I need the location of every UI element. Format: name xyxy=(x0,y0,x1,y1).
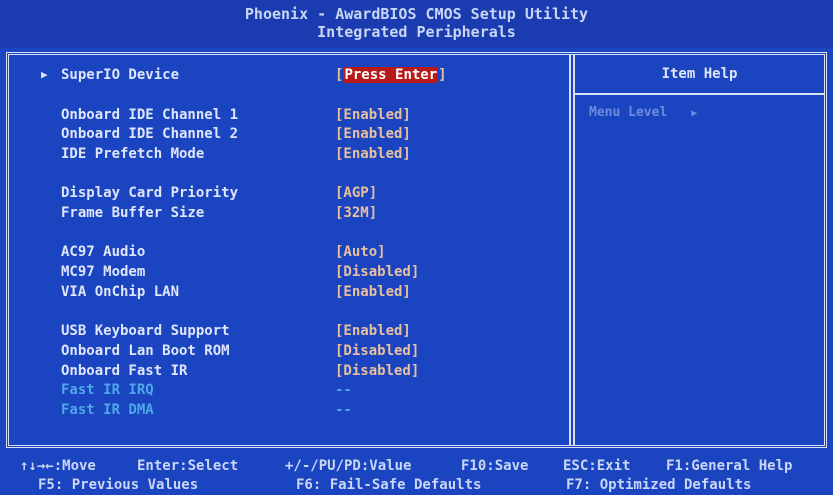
setting-fast-ir-irq: Fast IR IRQ -- xyxy=(9,380,569,400)
fail-safe-defaults-hint: F6: Fail-Safe Defaults xyxy=(296,477,482,493)
setting-onboard-ide-channel-1[interactable]: Onboard IDE Channel 1 [Enabled] xyxy=(9,105,569,125)
item-help-header: Item Help xyxy=(575,55,824,95)
setting-value[interactable]: [Disabled] xyxy=(335,262,419,282)
title-bar: Phoenix - AwardBIOS CMOS Setup Utility I… xyxy=(0,0,833,48)
setting-display-card-priority[interactable]: Display Card Priority [AGP] xyxy=(9,183,569,203)
menu-level-arrow-icon: ▶ xyxy=(691,108,698,119)
setting-value[interactable]: [32M] xyxy=(335,203,377,223)
setting-onboard-ide-channel-2[interactable]: Onboard IDE Channel 2 [Enabled] xyxy=(9,124,569,144)
setting-label: Onboard IDE Channel 1 xyxy=(61,107,239,123)
key-legend-line-2: F5: Previous Values F6: Fail-Safe Defaul… xyxy=(0,477,833,495)
setting-onboard-lan-boot-rom[interactable]: Onboard Lan Boot ROM [Disabled] xyxy=(9,341,569,361)
setting-value[interactable]: [Press Enter] xyxy=(335,65,447,85)
settings-frame: ▶ SuperIO Device [Press Enter] Onboard I… xyxy=(6,52,827,448)
setting-onboard-fast-ir[interactable]: Onboard Fast IR [Disabled] xyxy=(9,361,569,381)
setting-value: -- xyxy=(335,382,352,398)
move-hint: ↑↓→←:Move xyxy=(20,458,96,474)
setting-value[interactable]: [Enabled] xyxy=(335,282,411,302)
setting-value[interactable]: [Disabled] xyxy=(335,341,419,361)
setting-value: -- xyxy=(335,402,352,418)
setting-label: Onboard Lan Boot ROM xyxy=(61,343,230,359)
setting-value[interactable]: [AGP] xyxy=(335,183,377,203)
setting-label: MC97 Modem xyxy=(61,264,146,280)
setting-value[interactable]: [Enabled] xyxy=(335,321,411,341)
setting-label: Fast IR IRQ xyxy=(61,382,154,398)
page-title: Integrated Peripherals xyxy=(317,23,516,41)
general-help-hint: F1:General Help xyxy=(666,458,793,474)
setting-label: IDE Prefetch Mode xyxy=(61,146,205,162)
selected-value-highlight[interactable]: Press Enter xyxy=(343,67,439,83)
setting-label: AC97 Audio xyxy=(61,244,146,260)
setting-label: USB Keyboard Support xyxy=(61,323,230,339)
setting-label: Fast IR DMA xyxy=(61,402,154,418)
setting-value[interactable]: [Enabled] xyxy=(335,105,411,125)
select-hint: Enter:Select xyxy=(137,458,239,474)
setting-ide-prefetch-mode[interactable]: IDE Prefetch Mode [Enabled] xyxy=(9,144,569,164)
bios-screen: Phoenix - AwardBIOS CMOS Setup Utility I… xyxy=(0,0,833,495)
setting-label: Onboard Fast IR xyxy=(61,363,188,379)
setting-mc97-modem[interactable]: MC97 Modem [Disabled] xyxy=(9,262,569,282)
setting-superio-device[interactable]: ▶ SuperIO Device [Press Enter] xyxy=(9,65,569,85)
setting-value[interactable]: [Disabled] xyxy=(335,361,419,381)
value-hint: +/-/PU/PD:Value xyxy=(285,458,412,474)
setting-ac97-audio[interactable]: AC97 Audio [Auto] xyxy=(9,242,569,262)
bios-title: Phoenix - AwardBIOS CMOS Setup Utility xyxy=(244,5,589,23)
setting-usb-keyboard-support[interactable]: USB Keyboard Support [Enabled] xyxy=(9,321,569,341)
optimized-defaults-hint: F7: Optimized Defaults xyxy=(566,477,752,493)
key-legend-line-1: ↑↓→←:Move Enter:Select +/-/PU/PD:Value F… xyxy=(0,458,833,476)
save-hint: F10:Save xyxy=(461,458,529,474)
setting-via-onchip-lan[interactable]: VIA OnChip LAN [Enabled] xyxy=(9,282,569,302)
setting-value[interactable]: [Enabled] xyxy=(335,144,411,164)
setting-fast-ir-dma: Fast IR DMA -- xyxy=(9,400,569,420)
setting-label: Display Card Priority xyxy=(61,185,239,201)
setting-frame-buffer-size[interactable]: Frame Buffer Size [32M] xyxy=(9,203,569,223)
item-help-body: Menu Level ▶ xyxy=(589,105,697,120)
panel-divider xyxy=(569,55,575,445)
menu-level-label: Menu Level xyxy=(589,105,668,120)
setting-value[interactable]: [Auto] xyxy=(335,242,386,262)
setting-label: Onboard IDE Channel 2 xyxy=(61,126,239,142)
setting-value[interactable]: [Enabled] xyxy=(335,124,411,144)
setting-label: Frame Buffer Size xyxy=(61,205,205,221)
previous-values-hint: F5: Previous Values xyxy=(38,477,199,493)
submenu-arrow-icon: ▶ xyxy=(41,68,48,81)
setting-label: VIA OnChip LAN xyxy=(61,284,180,300)
exit-hint: ESC:Exit xyxy=(563,458,631,474)
key-legend: ↑↓→←:Move Enter:Select +/-/PU/PD:Value F… xyxy=(0,452,833,495)
setting-label: SuperIO Device xyxy=(61,67,180,83)
